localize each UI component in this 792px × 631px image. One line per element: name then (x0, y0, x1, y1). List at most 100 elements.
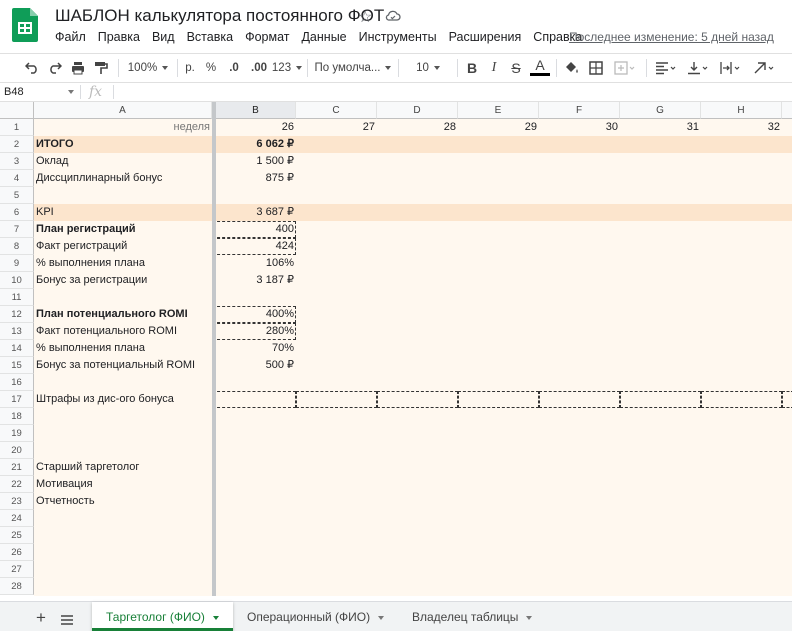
cell-a2[interactable]: ИТОГО (36, 136, 212, 153)
row-header[interactable]: 15 (0, 357, 34, 374)
horizontal-align-icon[interactable] (652, 57, 680, 79)
row-header[interactable]: 7 (0, 221, 34, 238)
col-header-h[interactable]: H (701, 102, 782, 119)
cell-a12[interactable]: План потенциального ROMI (36, 306, 212, 323)
row-header[interactable]: 12 (0, 306, 34, 323)
menu-insert[interactable]: Вставка (181, 29, 239, 47)
col-header-i[interactable] (782, 102, 792, 119)
row-header[interactable]: 8 (0, 238, 34, 255)
cell-a13[interactable]: Факт потенциального ROMI (36, 323, 212, 340)
col-header-e[interactable]: E (458, 102, 539, 119)
vertical-align-icon[interactable] (684, 57, 712, 79)
cell-f1[interactable]: 30 (539, 119, 620, 136)
text-rotation-icon[interactable] (750, 57, 778, 79)
cell-a9[interactable]: % выполнения плана (36, 255, 212, 272)
redo-icon[interactable] (45, 57, 65, 79)
cell-d1[interactable]: 28 (377, 119, 458, 136)
col-header-d[interactable]: D (377, 102, 458, 119)
cell-a14[interactable]: % выполнения плана (36, 340, 212, 357)
cell-a17[interactable]: Штрафы из дис-ого бонуса (36, 391, 212, 408)
cell-b2[interactable]: 6 062 ₽ (216, 136, 296, 153)
cell-a8[interactable]: Факт регистраций (36, 238, 212, 255)
paint-format-icon[interactable] (91, 57, 111, 79)
borders-icon[interactable] (586, 57, 606, 79)
cell-a22[interactable]: Мотивация (36, 476, 212, 493)
col-header-c[interactable]: C (296, 102, 377, 119)
menu-data[interactable]: Данные (295, 29, 352, 47)
col-header-f[interactable]: F (539, 102, 620, 119)
strikethrough-button[interactable]: S (506, 57, 526, 79)
row-header[interactable]: 28 (0, 578, 34, 595)
menu-edit[interactable]: Правка (92, 29, 146, 47)
row-header[interactable]: 21 (0, 459, 34, 476)
row-header[interactable]: 2 (0, 136, 34, 153)
text-wrapping-icon[interactable] (716, 57, 744, 79)
row-header[interactable]: 6 (0, 204, 34, 221)
fill-color-icon[interactable] (562, 57, 582, 79)
all-sheets-icon[interactable] (61, 612, 73, 625)
chevron-down-icon[interactable] (212, 615, 219, 620)
cell-a10[interactable]: Бонус за регистрации (36, 272, 212, 289)
italic-button[interactable]: I (484, 57, 504, 79)
row-header[interactable]: 22 (0, 476, 34, 493)
cell-b3[interactable]: 1 500 ₽ (216, 153, 296, 170)
row-header[interactable]: 26 (0, 544, 34, 561)
cell-b14[interactable]: 70% (216, 340, 296, 357)
row-header[interactable]: 5 (0, 187, 34, 204)
currency-format-button[interactable]: р. (182, 57, 198, 79)
increase-decimal-button[interactable]: .00 (247, 57, 271, 79)
zoom-select[interactable]: 100% (124, 57, 172, 79)
select-all-corner[interactable] (0, 102, 34, 119)
row-header[interactable]: 23 (0, 493, 34, 510)
menu-tools[interactable]: Инструменты (353, 29, 443, 47)
cell-h1[interactable]: 32 (701, 119, 782, 136)
row-header[interactable]: 20 (0, 442, 34, 459)
col-header-g[interactable]: G (620, 102, 701, 119)
cell-a15[interactable]: Бонус за потенциальный ROMI (36, 357, 212, 374)
cell-b1[interactable]: 26 (216, 119, 296, 136)
merge-cells-icon[interactable] (610, 57, 640, 79)
cell-a3[interactable]: Оклад (36, 153, 212, 170)
row-header[interactable]: 19 (0, 425, 34, 442)
cell-b4[interactable]: 875 ₽ (216, 170, 296, 187)
cell-b6[interactable]: 3 687 ₽ (216, 204, 296, 221)
chevron-down-icon[interactable] (526, 615, 533, 620)
row-header[interactable]: 25 (0, 527, 34, 544)
percent-format-button[interactable]: % (203, 57, 219, 79)
cell-a7[interactable]: План регистраций (36, 221, 212, 238)
row-header[interactable]: 4 (0, 170, 34, 187)
decrease-decimal-button[interactable]: .0 (224, 57, 244, 79)
row-header[interactable]: 16 (0, 374, 34, 391)
bold-button[interactable]: B (462, 57, 482, 79)
cell-b9[interactable]: 106% (216, 255, 296, 272)
cell-e1[interactable]: 29 (458, 119, 539, 136)
cell-a1[interactable]: неделя (34, 119, 212, 136)
more-formats-button[interactable]: 123 (272, 57, 302, 79)
font-family-select[interactable]: По умолча... (313, 57, 393, 79)
cell-g1[interactable]: 31 (620, 119, 701, 136)
row-header[interactable]: 27 (0, 561, 34, 578)
last-edit-link[interactable]: Последнее изменение: 5 дней назад (569, 30, 774, 44)
chevron-down-icon[interactable] (378, 615, 385, 620)
cell-a4[interactable]: Диссциплинарный бонус (36, 170, 212, 187)
col-header-b[interactable]: B (216, 102, 296, 119)
add-sheet-icon[interactable]: + (36, 608, 46, 628)
cell-a23[interactable]: Отчетность (36, 493, 212, 510)
row-header[interactable]: 18 (0, 408, 34, 425)
row-header[interactable]: 13 (0, 323, 34, 340)
col-header-a[interactable]: A (34, 102, 212, 119)
name-box-dropdown-icon[interactable] (68, 90, 74, 94)
row-header[interactable]: 3 (0, 153, 34, 170)
row-header[interactable]: 14 (0, 340, 34, 357)
menu-view[interactable]: Вид (146, 29, 181, 47)
star-icon[interactable]: ☆ (358, 7, 372, 27)
print-icon[interactable] (68, 57, 88, 79)
cell-a21[interactable]: Старший таргетолог (36, 459, 212, 476)
row-header[interactable]: 17 (0, 391, 34, 408)
undo-icon[interactable] (22, 57, 42, 79)
row-header[interactable]: 24 (0, 510, 34, 527)
cell-b15[interactable]: 500 ₽ (216, 357, 296, 374)
document-title[interactable]: ШАБЛОН калькулятора постоянного ФОТ (55, 6, 384, 26)
sheet-tab-targetolog[interactable]: Таргетолог (ФИО) (92, 602, 233, 631)
menu-extensions[interactable]: Расширения (443, 29, 528, 47)
